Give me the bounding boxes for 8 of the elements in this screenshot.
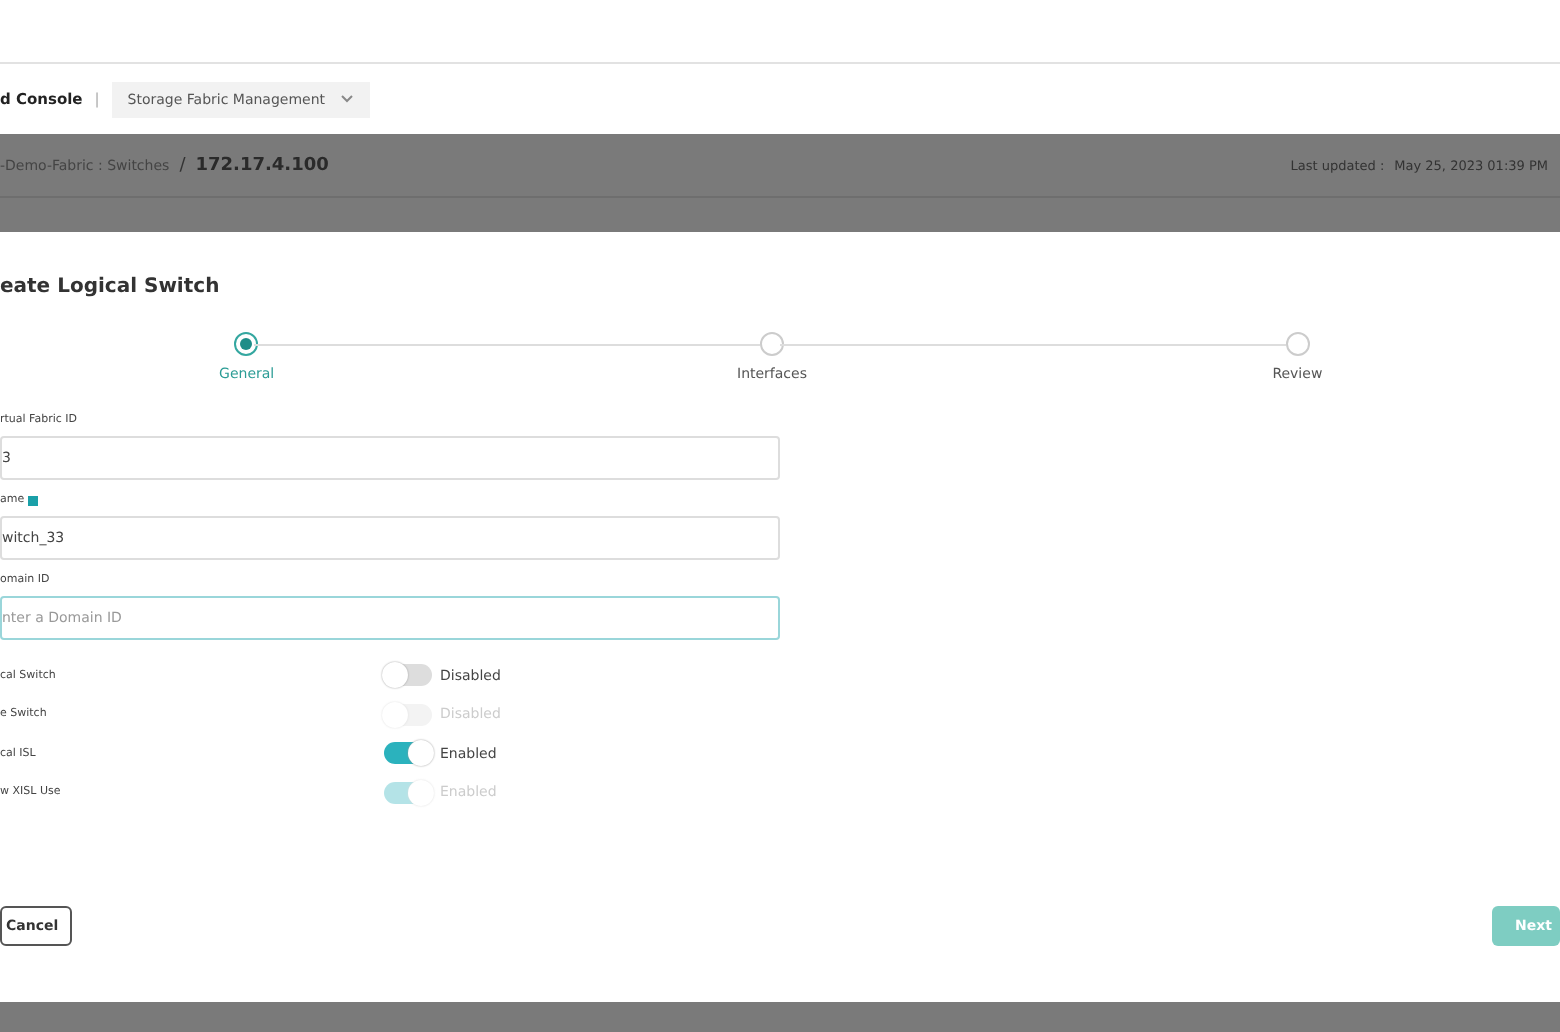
dialog-title: eate Logical Switch [0, 276, 222, 298]
info-icon[interactable] [28, 495, 39, 505]
toggle-switch[interactable] [384, 742, 432, 765]
chevron-down-icon [339, 94, 354, 104]
toggle-switch[interactable] [384, 664, 432, 687]
breadcrumb-current: 172.17.4.100 [195, 155, 329, 175]
breadcrumb-separator: / [179, 155, 186, 175]
step-indicator[interactable] [234, 332, 259, 356]
